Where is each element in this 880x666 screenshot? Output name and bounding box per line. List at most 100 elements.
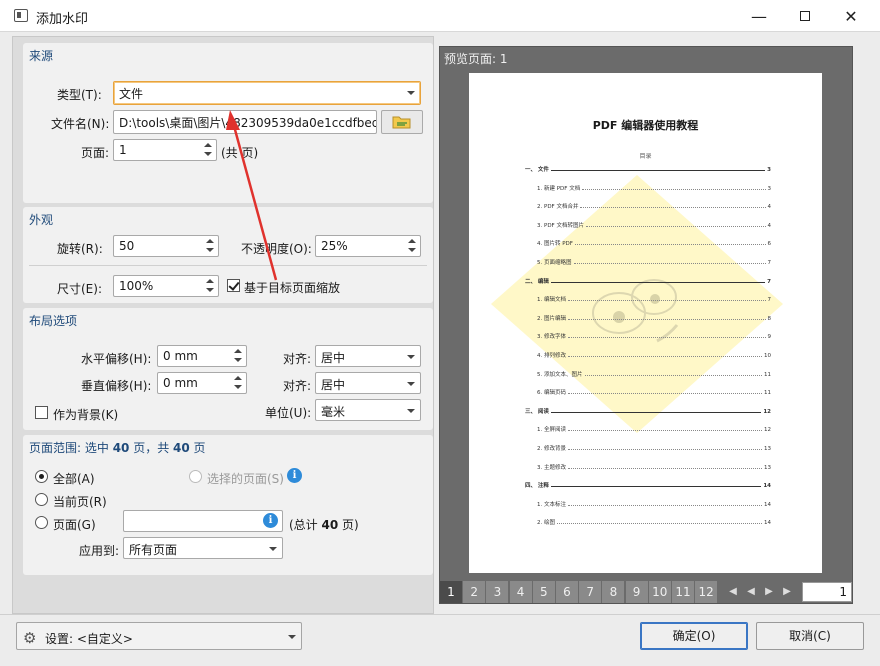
toc-entry-page: 10 bbox=[764, 353, 771, 359]
last-page-icon[interactable]: ▶ bbox=[778, 581, 796, 603]
current-page-radio[interactable] bbox=[35, 493, 48, 506]
filename-input[interactable]: D:\tools\桌面\图片\482309539da0e1ccdfbed9 bbox=[113, 110, 377, 134]
h-offset-spinbox[interactable]: 0 mm bbox=[157, 345, 247, 367]
info-icon[interactable]: i bbox=[263, 513, 278, 528]
toc-entry-page: 7 bbox=[767, 297, 772, 304]
size-spinbox[interactable]: 100% bbox=[113, 275, 219, 297]
page-button[interactable]: 1 bbox=[440, 581, 462, 603]
align-select-2[interactable]: 居中 bbox=[315, 372, 421, 394]
toc-entry-text: 2. 图片编辑 bbox=[537, 315, 566, 322]
info-icon[interactable]: i bbox=[287, 468, 302, 483]
opacity-value: 25% bbox=[321, 239, 348, 253]
toc-entry: 2. 绘图 14 bbox=[537, 518, 771, 526]
browse-button[interactable] bbox=[381, 110, 423, 134]
toc-entry: 1. 全屏阅读 12 bbox=[537, 425, 771, 433]
toc-leader bbox=[568, 446, 762, 450]
align-value-1: 居中 bbox=[321, 351, 346, 365]
page-button[interactable]: 5 bbox=[532, 581, 555, 603]
unit-select[interactable]: 毫米 bbox=[315, 399, 421, 421]
rotation-spinbox[interactable]: 50 bbox=[113, 235, 219, 257]
toc-entry-page: 12 bbox=[763, 408, 771, 415]
pages-total-suffix: 页) bbox=[338, 518, 359, 532]
prev-page-icon[interactable]: ◀ bbox=[742, 581, 760, 603]
v-offset-value: 0 mm bbox=[163, 376, 198, 390]
page-label: 页面: bbox=[81, 146, 110, 160]
toc-entry: 四、 注释 14 bbox=[525, 481, 771, 489]
toc-entry-page: 12 bbox=[764, 427, 771, 434]
toc-entry-text: 三、 阅读 bbox=[525, 408, 549, 415]
layout-group-title: 布局选项 bbox=[29, 314, 78, 328]
type-label: 类型(T): bbox=[57, 88, 102, 102]
ok-button[interactable]: 确定(O) bbox=[640, 622, 748, 650]
app-icon bbox=[14, 9, 28, 22]
page-button[interactable]: 9 bbox=[625, 581, 648, 603]
all-pages-radio[interactable] bbox=[35, 470, 48, 483]
opacity-spinbox[interactable]: 25% bbox=[315, 235, 421, 257]
spinner-arrows-icon[interactable] bbox=[203, 142, 213, 158]
toc-entry-text: 4. 图片转 PDF bbox=[537, 241, 573, 248]
all-pages-label: 全部(A) bbox=[53, 472, 95, 486]
pages-input[interactable] bbox=[123, 510, 283, 532]
gear-icon: ⚙ bbox=[23, 629, 37, 647]
page-number-input[interactable]: 1 bbox=[802, 582, 852, 602]
page-button[interactable]: 4 bbox=[509, 581, 532, 603]
range-title-suffix: 页 bbox=[189, 441, 206, 455]
divider bbox=[29, 265, 427, 266]
cancel-button[interactable]: 取消(C) bbox=[756, 622, 864, 650]
type-value: 文件 bbox=[119, 87, 144, 101]
page-button[interactable]: 8 bbox=[602, 581, 625, 603]
page-range-group: 页面范围: 选中 40 页，共 40 页 全部(A) 选择的页面(S) i 当前… bbox=[23, 435, 433, 575]
pages-radio[interactable] bbox=[35, 516, 48, 529]
settings-select[interactable]: ⚙ 设置: <自定义> bbox=[16, 622, 302, 650]
minimize-button[interactable]: — bbox=[736, 0, 782, 32]
h-offset-label: 水平偏移(H): bbox=[81, 352, 152, 366]
range-selected-count: 40 bbox=[112, 441, 130, 455]
page-button[interactable]: 2 bbox=[463, 581, 486, 603]
range-title-prefix: 页面范围: 选中 bbox=[29, 441, 113, 455]
size-label: 尺寸(E): bbox=[57, 282, 102, 296]
appearance-group: 外观 旋转(R): 50 不透明度(O): 25% 尺寸(E): 100% 基于… bbox=[23, 207, 433, 303]
page-spinbox[interactable]: 1 bbox=[113, 139, 217, 161]
scale-checkbox[interactable] bbox=[227, 279, 240, 292]
close-button[interactable]: ✕ bbox=[828, 0, 874, 32]
first-page-icon[interactable]: ◀ bbox=[724, 581, 742, 603]
toc-leader bbox=[568, 297, 766, 302]
toc-entry-text: 2. 绘图 bbox=[537, 520, 555, 527]
type-select[interactable]: 文件 bbox=[113, 81, 421, 105]
apply-value: 所有页面 bbox=[129, 543, 178, 557]
page-button[interactable]: 3 bbox=[486, 581, 509, 603]
page-button[interactable]: 6 bbox=[556, 581, 578, 603]
toc-entry-text: 2. 修改背景 bbox=[537, 446, 566, 452]
apply-select[interactable]: 所有页面 bbox=[123, 537, 283, 559]
spinner-arrows-icon[interactable] bbox=[205, 278, 215, 294]
background-checkbox[interactable] bbox=[35, 406, 48, 419]
preview-title: 预览页面: 1 bbox=[444, 52, 508, 66]
selected-pages-radio[interactable] bbox=[189, 470, 202, 483]
rotation-value: 50 bbox=[119, 239, 135, 253]
spinner-arrows-icon[interactable] bbox=[233, 375, 243, 391]
align-value-2: 居中 bbox=[321, 378, 346, 392]
spinner-arrows-icon[interactable] bbox=[407, 238, 417, 254]
spinner-arrows-icon[interactable] bbox=[233, 348, 243, 364]
toc-entry: 3. 修改字体 9 bbox=[537, 332, 771, 340]
align-select-1[interactable]: 居中 bbox=[315, 345, 421, 367]
spinner-arrows-icon[interactable] bbox=[205, 238, 215, 254]
settings-value: 设置: <自定义> bbox=[45, 632, 133, 646]
toc-entry-text: 一、 文件 bbox=[525, 167, 549, 173]
toc-entry-text: 4. 排列修改 bbox=[537, 353, 566, 359]
scale-label: 基于目标页面缩放 bbox=[244, 281, 341, 295]
toc-entry-page: 13 bbox=[764, 446, 771, 452]
maximize-button[interactable] bbox=[782, 0, 828, 32]
next-page-icon[interactable]: ▶ bbox=[760, 581, 778, 603]
page-button[interactable]: 12 bbox=[695, 581, 718, 603]
page-button[interactable]: 7 bbox=[579, 581, 602, 603]
settings-panel: 来源 类型(T): 文件 文件名(N): D:\tools\桌面\图片\4823… bbox=[12, 36, 434, 614]
page-button[interactable]: 10 bbox=[648, 581, 671, 603]
toc-entry-text: 四、 注释 bbox=[525, 483, 549, 490]
toc-entry-page: 14 bbox=[764, 501, 771, 508]
align-label-2: 对齐: bbox=[283, 379, 312, 393]
toc-entry-page: 3 bbox=[767, 185, 772, 192]
page-button[interactable]: 11 bbox=[672, 581, 694, 603]
toc-entry-page: 4 bbox=[767, 222, 772, 229]
v-offset-spinbox[interactable]: 0 mm bbox=[157, 372, 247, 394]
